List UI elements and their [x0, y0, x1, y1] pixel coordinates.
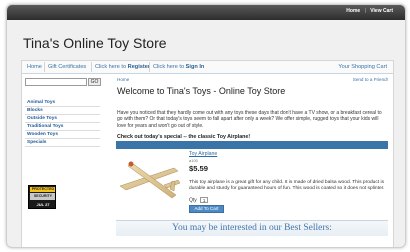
- nav-gift-certificates-link[interactable]: Gift Certificates: [48, 64, 86, 70]
- product-description: This toy airplane is a great gift for an…: [189, 180, 385, 192]
- product-sku: a100: [189, 158, 198, 163]
- nav-divider: [44, 62, 45, 72]
- nav-register-label: Register: [127, 64, 151, 70]
- crumb-row: Home Send to a Friend!: [116, 76, 388, 84]
- fuselage-shape: [127, 162, 177, 199]
- best-sellers-label: You may be interested in our Best Seller…: [172, 223, 332, 233]
- security-badge-date: JUL 27: [36, 202, 50, 207]
- browser-frame: Home | View Cart Tina's Online Toy Store…: [6, 4, 406, 248]
- intro-paragraph: Have you noticed that they hardly come o…: [117, 110, 382, 129]
- category-blocks[interactable]: Blocks: [25, 107, 100, 115]
- search-input[interactable]: [25, 78, 87, 86]
- quantity-input[interactable]: 1: [200, 197, 209, 203]
- category-traditional-toys[interactable]: Traditional Toys: [25, 123, 100, 131]
- security-badge-line1: PROTECTED: [30, 187, 55, 192]
- top-bar: Home | View Cart: [7, 5, 405, 20]
- main-content: Home Send to a Friend! Welcome to Tina's…: [116, 76, 388, 140]
- nav-bar: Home Gift Certificates Click here to Reg…: [22, 61, 393, 74]
- site-header: Tina's Online Toy Store: [7, 20, 405, 58]
- store-title: Tina's Online Toy Store: [23, 35, 167, 51]
- nav-sign-in-label: Sign In: [185, 64, 205, 70]
- nav-sign-in-prefix: Click here to: [153, 64, 186, 70]
- category-specials[interactable]: Specials: [25, 139, 100, 147]
- nav-sign-in-link[interactable]: Click here to Sign In: [153, 64, 204, 70]
- category-wooden-toys[interactable]: Wooden Toys: [25, 131, 100, 139]
- nav-register-prefix: Click here to: [95, 64, 128, 70]
- quantity-row: Qty 1: [189, 197, 209, 204]
- product-price: $5.59: [189, 164, 209, 173]
- product-name-link[interactable]: Toy Airplane: [189, 151, 389, 157]
- category-outside-toys[interactable]: Outside Toys: [25, 115, 100, 123]
- toy-airplane-image[interactable]: [118, 155, 188, 209]
- page-title: Welcome to Tina's Toys - Online Toy Stor…: [117, 86, 286, 96]
- top-link-home[interactable]: Home: [346, 8, 360, 14]
- special-callout: Check out today's special -- the classic…: [117, 134, 251, 140]
- search-row: GO: [25, 78, 101, 87]
- nav-register-link[interactable]: Click here to Register: [95, 64, 150, 70]
- propeller-hub: [128, 161, 134, 167]
- top-link-view-cart[interactable]: View Cart: [370, 8, 393, 14]
- best-sellers-heading: You may be interested in our Best Seller…: [116, 220, 388, 236]
- security-badge-line2: SECURITY: [30, 193, 55, 200]
- category-animal-toys[interactable]: Animal Toys: [25, 99, 100, 107]
- sidebar: GO Animal Toys Blocks Outside Toys Tradi…: [25, 78, 101, 209]
- nav-divider: [149, 62, 150, 72]
- nav-home-link[interactable]: Home: [27, 64, 42, 70]
- product-details: Toy Airplane a100 $5.59 This toy airplan…: [189, 151, 389, 192]
- content-sheet: Home Gift Certificates Click here to Reg…: [21, 60, 394, 247]
- special-banner: [116, 141, 388, 149]
- add-to-cart-button[interactable]: Add To Cart: [189, 205, 224, 213]
- category-list: Animal Toys Blocks Outside Toys Traditio…: [25, 99, 100, 147]
- top-links: Home | View Cart: [346, 8, 393, 14]
- security-badge[interactable]: PROTECTED SECURITY JUL 27: [28, 185, 56, 209]
- nav-divider: [91, 62, 92, 72]
- breadcrumb[interactable]: Home: [117, 77, 129, 82]
- nav-shopping-cart-link[interactable]: Your Shopping Cart: [338, 64, 387, 70]
- quantity-label: Qty: [189, 197, 197, 204]
- top-link-separator: |: [364, 8, 366, 14]
- search-go-button[interactable]: GO: [88, 78, 101, 86]
- send-to-friend-link[interactable]: Send to a Friend!: [353, 77, 388, 82]
